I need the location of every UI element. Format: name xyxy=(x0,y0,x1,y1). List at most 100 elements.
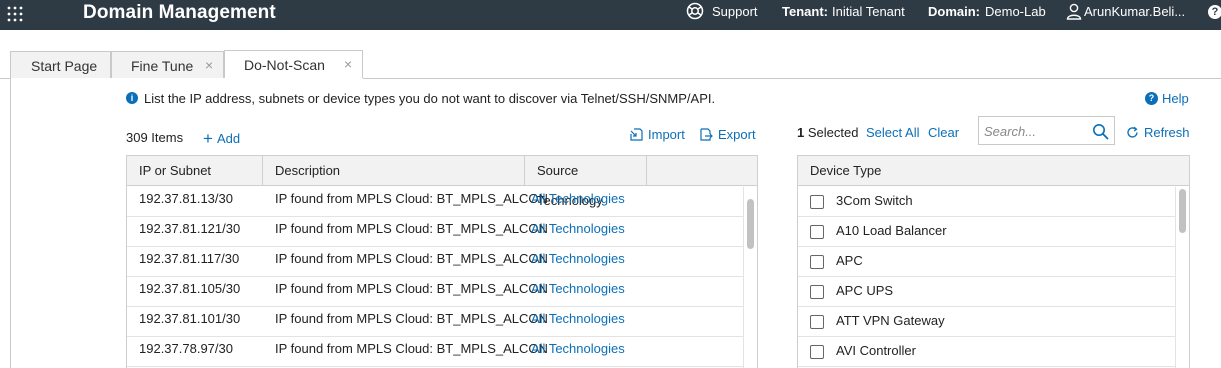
list-item[interactable]: A10 Load Balancer xyxy=(798,217,1175,247)
tab-do-not-scan[interactable]: Do-Not-Scan × xyxy=(224,50,363,79)
description-cell: IP found from MPLS Cloud: BT_MPLS_ALCON xyxy=(275,191,548,206)
refresh-button[interactable]: Refresh xyxy=(1126,125,1190,140)
source-technology-link[interactable]: All Technologies xyxy=(519,337,625,367)
user-menu[interactable]: ArunKumar.Beli... xyxy=(1084,4,1185,19)
support-link[interactable]: Support xyxy=(712,4,758,19)
scrollbar-thumb[interactable] xyxy=(1179,189,1186,233)
table-row[interactable]: 192.37.81.105/30 IP found from MPLS Clou… xyxy=(127,277,757,307)
selected-count: 1 Selected xyxy=(797,125,858,140)
support-icon[interactable] xyxy=(686,2,704,20)
description-cell: IP found from MPLS Cloud: BT_MPLS_ALCON xyxy=(275,311,548,326)
column-header-ip[interactable]: IP or Subnet xyxy=(127,156,263,186)
ip-cell: 192.37.81.121/30 xyxy=(139,221,241,236)
ip-cell: 192.37.81.13/30 xyxy=(139,191,233,206)
tenant-label: Tenant: xyxy=(782,4,828,19)
ip-cell: 192.37.81.105/30 xyxy=(139,281,241,296)
user-icon[interactable] xyxy=(1066,3,1082,20)
device-checkbox[interactable] xyxy=(810,315,824,329)
device-list-scrollbar[interactable] xyxy=(1175,187,1189,368)
description-cell: IP found from MPLS Cloud: BT_MPLS_ALCON xyxy=(275,221,548,236)
info-text: List the IP address, subnets or device t… xyxy=(144,91,716,106)
import-button[interactable]: Import xyxy=(630,127,685,142)
source-technology-link[interactable]: All Technologies xyxy=(519,187,625,217)
device-checkbox[interactable] xyxy=(810,345,824,359)
column-header-source[interactable]: Source Technology xyxy=(525,156,647,208)
list-item[interactable]: ATT VPN Gateway xyxy=(798,307,1175,337)
ip-cell: 192.37.78.97/30 xyxy=(139,341,233,356)
export-label: Export xyxy=(718,127,756,142)
search-input[interactable] xyxy=(984,121,1084,141)
source-technology-link[interactable]: All Technologies xyxy=(519,277,625,307)
table-row[interactable]: 192.37.81.101/30 IP found from MPLS Clou… xyxy=(127,307,757,337)
info-icon: i xyxy=(126,92,138,104)
table-row[interactable]: 192.37.81.121/30 IP found from MPLS Clou… xyxy=(127,217,757,247)
tab-label: Start Page xyxy=(31,58,98,74)
plus-icon: + xyxy=(203,129,213,148)
clear-button[interactable]: Clear xyxy=(928,125,959,140)
tab-fine-tune[interactable]: Fine Tune × xyxy=(111,51,224,79)
device-checkbox[interactable] xyxy=(810,225,824,239)
ip-cell: 192.37.81.117/30 xyxy=(139,251,240,266)
ip-table-scrollbar[interactable] xyxy=(743,187,757,368)
help-icon[interactable]: ? xyxy=(1208,5,1221,19)
search-icon[interactable] xyxy=(1092,123,1109,140)
help-circle-icon[interactable]: ? xyxy=(1145,92,1158,105)
domain-label: Domain: xyxy=(928,4,980,19)
device-type-label: 3Com Switch xyxy=(836,193,913,208)
device-checkbox[interactable] xyxy=(810,285,824,299)
source-technology-link[interactable]: All Technologies xyxy=(519,247,625,277)
app-title: Domain Management xyxy=(83,2,276,23)
ip-cell: 192.37.81.101/30 xyxy=(139,311,241,326)
device-type-label: APC xyxy=(836,253,863,268)
tab-start-page[interactable]: Start Page xyxy=(10,51,111,79)
list-item[interactable]: AVI Controller xyxy=(798,337,1175,367)
list-item[interactable]: 3Com Switch xyxy=(798,187,1175,217)
source-technology-link[interactable]: All Technologies xyxy=(519,217,625,247)
import-label: Import xyxy=(648,127,685,142)
description-cell: IP found from MPLS Cloud: BT_MPLS_ALCON xyxy=(275,281,548,296)
search-box[interactable] xyxy=(978,116,1115,145)
device-type-list: Device Type 3Com Switch A10 Load Balance… xyxy=(797,155,1190,368)
list-item[interactable]: APC xyxy=(798,247,1175,277)
import-icon xyxy=(630,128,643,141)
top-bar: Domain Management Support Tenant: Initia… xyxy=(0,0,1221,30)
device-checkbox[interactable] xyxy=(810,255,824,269)
add-label: Add xyxy=(216,131,241,146)
device-type-body: 3Com Switch A10 Load Balancer APC APC UP… xyxy=(798,187,1175,367)
close-icon[interactable]: × xyxy=(205,57,213,73)
tab-label: Do-Not-Scan xyxy=(244,57,325,73)
tenant-value[interactable]: Initial Tenant xyxy=(832,4,905,19)
list-item[interactable]: APC UPS xyxy=(798,277,1175,307)
refresh-icon xyxy=(1127,126,1138,138)
scrollbar-thumb[interactable] xyxy=(747,199,754,249)
domain-value[interactable]: Demo-Lab xyxy=(985,4,1046,19)
app-grid-icon[interactable] xyxy=(6,5,24,23)
export-icon xyxy=(700,128,713,141)
refresh-label: Refresh xyxy=(1144,125,1190,140)
items-count: 309 Items xyxy=(126,130,184,145)
column-header-description[interactable]: Description xyxy=(263,156,525,186)
description-cell: IP found from MPLS Cloud: BT_MPLS_ALCON xyxy=(275,341,548,356)
add-button[interactable]: + Add xyxy=(203,128,240,148)
table-row[interactable]: 192.37.81.13/30 IP found from MPLS Cloud… xyxy=(127,187,757,217)
device-type-header[interactable]: Device Type xyxy=(798,156,1189,186)
close-icon[interactable]: × xyxy=(344,56,352,72)
source-technology-link[interactable]: All Technologies xyxy=(519,307,625,337)
device-type-label: A10 Load Balancer xyxy=(836,223,947,238)
tab-divider xyxy=(0,78,10,79)
table-row[interactable]: 192.37.81.117/30 IP found from MPLS Clou… xyxy=(127,247,757,277)
export-button[interactable]: Export xyxy=(700,127,756,142)
table-body: 192.37.81.13/30 IP found from MPLS Cloud… xyxy=(127,187,757,367)
ip-table: IP or Subnet Description Source Technolo… xyxy=(126,155,758,368)
device-checkbox[interactable] xyxy=(810,195,824,209)
table-row[interactable]: 192.37.78.97/30 IP found from MPLS Cloud… xyxy=(127,337,757,367)
tab-divider xyxy=(363,78,1221,79)
device-type-label: APC UPS xyxy=(836,283,894,298)
select-all-button[interactable]: Select All xyxy=(866,125,919,140)
device-type-label: ATT VPN Gateway xyxy=(836,313,945,328)
description-cell: IP found from MPLS Cloud: BT_MPLS_ALCON xyxy=(275,251,548,266)
tab-label: Fine Tune xyxy=(131,58,194,74)
help-link[interactable]: Help xyxy=(1162,91,1189,106)
device-type-label: AVI Controller xyxy=(836,343,916,358)
table-header: IP or Subnet Description Source Technolo… xyxy=(127,156,757,208)
